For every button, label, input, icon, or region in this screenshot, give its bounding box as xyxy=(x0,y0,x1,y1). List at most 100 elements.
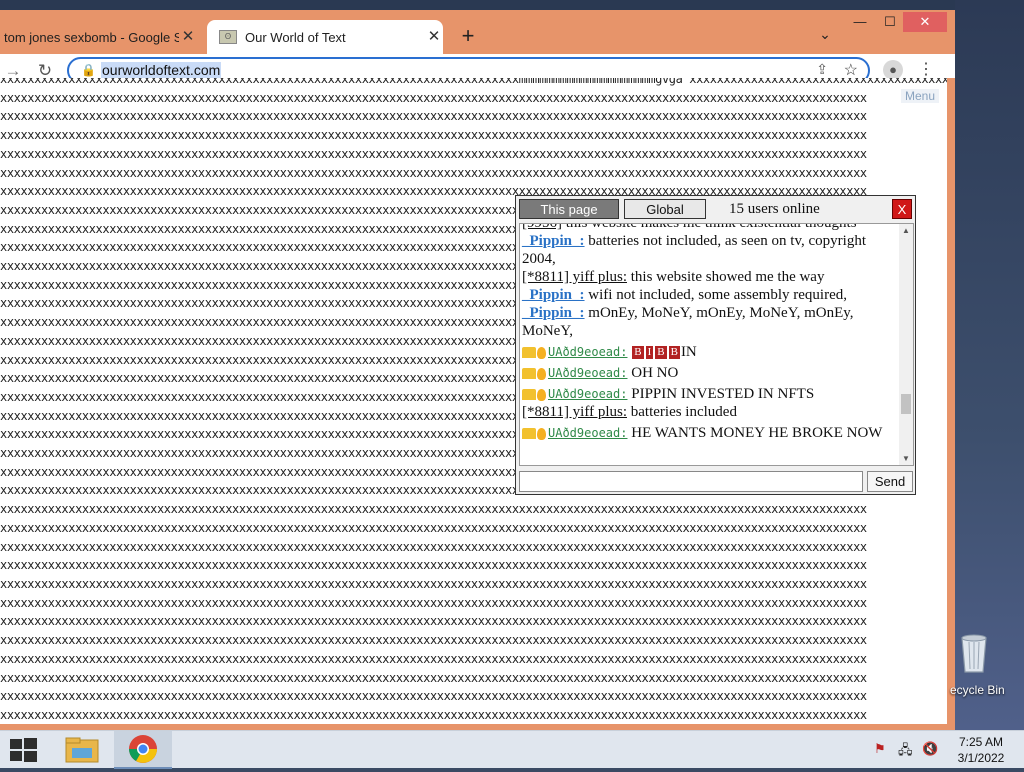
world-text-row[interactable]: xxxxxxxxxxxxxxxxxxxxxxxxxxxxxxxxxxxxxxxx… xyxy=(0,612,947,631)
chat-message-text: batteries included xyxy=(630,404,737,420)
emoji-badge: B xyxy=(668,346,680,360)
world-text-row[interactable]: xxxxxxxxxxxxxxxxxxxxxxxxxxxxxxxxxxxxxxxx… xyxy=(0,687,947,706)
chat-close-button[interactable]: X xyxy=(892,199,912,219)
action-center-flag-icon[interactable]: ⚑ xyxy=(874,741,886,757)
page-menu-button[interactable]: Menu xyxy=(901,89,940,103)
chat-message-text: HE WANTS MONEY HE BROKE NOW xyxy=(631,425,883,441)
send-button[interactable]: Send xyxy=(867,471,913,492)
scrollbar-thumb[interactable] xyxy=(901,394,911,414)
world-text-row[interactable]: xxxxxxxxxxxxxxxxxxxxxxxxxxxxxxxxxxxxxxxx… xyxy=(0,164,947,183)
chat-message-text: this website makes me think existential … xyxy=(565,223,857,231)
chat-nickname[interactable]: UAðd9eoead: xyxy=(548,426,627,440)
chat-message: _Pippin_: wifi not included, some assemb… xyxy=(522,286,900,304)
taskbar: ⚑ 🖧 🔇 7:25 AM 3/1/2022 xyxy=(0,730,1024,769)
share-icon[interactable]: ⇪ xyxy=(816,61,828,78)
chat-message: UAðd9eoead: B I B B IN xyxy=(522,343,900,361)
chat-message: UAðd9eoead: HE WANTS MONEY HE BROKE NOW xyxy=(522,424,900,442)
emoji-badge: B xyxy=(632,346,644,360)
desktop-background xyxy=(955,0,1024,730)
crown-icon xyxy=(522,347,536,359)
world-text-row[interactable]: xxxxxxxxxxxxxxxxxxxxxxxxxxxxxxxxxxxxxxxx… xyxy=(0,650,947,669)
world-text-row[interactable]: xxxxxxxxxxxxxxxxxxxxxxxxxxxxxxxxxxxxxxxx… xyxy=(0,107,947,126)
chat-message: _Pippin_: mOnEy, MoNeY, mOnEy, MoNeY, mO… xyxy=(522,304,900,340)
flame-icon xyxy=(537,388,546,401)
tab-global[interactable]: Global xyxy=(624,199,706,219)
world-text-row[interactable]: xxxxxxxxxxxxxxxxxxxxxxxxxxxxxxxxxxxxxxxx… xyxy=(0,500,947,519)
url-text[interactable]: ourworldoftext.com xyxy=(101,62,222,78)
crown-icon xyxy=(522,389,536,401)
crown-icon xyxy=(522,428,536,440)
close-icon[interactable]: ✕ xyxy=(425,28,443,46)
chat-nickname[interactable]: UAðd9eoead: xyxy=(548,366,627,380)
chat-nickname[interactable]: [*8811] yiff plus: xyxy=(522,404,627,420)
flame-icon xyxy=(537,427,546,440)
world-text-row-top[interactable]: xxxxxxxxxxxxxxxxxxxxxxxxxxxxxxxxxxxxxxxx… xyxy=(0,78,947,89)
window-close-button[interactable]: ✕ xyxy=(903,12,947,32)
tab-google-search[interactable]: tom jones sexbomb - Google Se ✕ xyxy=(0,20,205,54)
chrome-icon xyxy=(129,735,157,763)
tab-search-chevron-down-icon[interactable]: ⌄ xyxy=(815,26,835,46)
world-text-row[interactable]: xxxxxxxxxxxxxxxxxxxxxxxxxxxxxxxxxxxxxxxx… xyxy=(0,538,947,557)
chat-nickname[interactable]: _Pippin_: xyxy=(522,287,585,303)
emoji-badge: I xyxy=(645,346,654,360)
tab-bar: tom jones sexbomb - Google Se ✕ ʘ Our Wo… xyxy=(0,10,955,54)
clock-time: 7:25 AM xyxy=(958,735,1004,749)
chat-message: _Pippin_: batteries not included, as see… xyxy=(522,232,900,268)
chat-message-text: PIPPIN INVESTED IN NFTS xyxy=(631,386,815,402)
new-tab-button[interactable]: + xyxy=(456,24,480,48)
world-text-row[interactable]: xxxxxxxxxxxxxxxxxxxxxxxxxxxxxxxxxxxxxxxx… xyxy=(0,126,947,145)
windows-start-icon[interactable] xyxy=(8,737,38,763)
chat-nickname[interactable]: [9956] xyxy=(522,224,562,231)
chat-message-text: IN xyxy=(680,344,697,360)
file-explorer-icon[interactable] xyxy=(62,734,102,766)
volume-muted-icon[interactable]: 🔇 xyxy=(922,741,938,757)
close-icon[interactable]: ✕ xyxy=(179,28,197,46)
chat-message: UAðd9eoead: PIPPIN INVESTED IN NFTS xyxy=(522,385,900,403)
lock-icon: 🔒 xyxy=(81,63,96,77)
world-text-row[interactable]: xxxxxxxxxxxxxxxxxxxxxxxxxxxxxxxxxxxxxxxx… xyxy=(0,145,947,164)
chat-nickname[interactable]: UAðd9eoead: xyxy=(548,387,627,401)
world-text-row[interactable]: xxxxxxxxxxxxxxxxxxxxxxxxxxxxxxxxxxxxxxxx… xyxy=(0,556,947,575)
chat-message-input[interactable] xyxy=(519,471,863,492)
site-favicon-icon: ʘ xyxy=(219,30,237,44)
system-clock[interactable]: 7:25 AM 3/1/2022 xyxy=(951,734,1011,766)
flame-icon xyxy=(537,367,546,380)
chat-message: [*8811] yiff plus: this website showed m… xyxy=(522,268,900,286)
flame-icon xyxy=(537,346,546,359)
network-icon[interactable]: 🖧 xyxy=(898,741,913,763)
world-text-row[interactable]: xxxxxxxxxxxxxxxxxxxxxxxxxxxxxxxxxxxxxxxx… xyxy=(0,631,947,650)
recycle-bin-icon[interactable] xyxy=(958,632,990,674)
tab-this-page[interactable]: This page xyxy=(519,199,619,219)
world-text-row[interactable]: xxxxxxxxxxxxxxxxxxxxxxxxxxxxxxxxxxxxxxxx… xyxy=(0,575,947,594)
tab-our-world-of-text[interactable]: ʘ Our World of Text ✕ xyxy=(207,20,443,54)
chat-message-text: wifi not included, some assembly require… xyxy=(588,287,847,303)
chat-messages: [9956] this website makes me think exist… xyxy=(520,223,900,442)
bookmark-star-icon[interactable]: ☆ xyxy=(844,60,858,80)
tab-title: Our World of Text xyxy=(245,29,346,45)
chat-message-text: OH NO xyxy=(631,365,679,381)
chat-scrollbar[interactable]: ▲ ▼ xyxy=(899,224,913,465)
world-text-row[interactable]: xxxxxxxxxxxxxxxxxxxxxxxxxxxxxxxxxxxxxxxx… xyxy=(0,594,947,613)
chat-message: UAðd9eoead: OH NO xyxy=(522,364,900,382)
chat-nickname[interactable]: _Pippin_: xyxy=(522,233,585,249)
recycle-bin-label: ecycle Bin xyxy=(950,683,1005,697)
more-menu-icon[interactable]: ⋮ xyxy=(918,59,934,79)
chrome-taskbar-button[interactable] xyxy=(114,731,172,769)
window-border xyxy=(947,78,955,724)
world-text-row[interactable]: xxxxxxxxxxxxxxxxxxxxxxxxxxxxxxxxxxxxxxxx… xyxy=(0,89,947,108)
chat-nickname[interactable]: _Pippin_: xyxy=(522,305,585,321)
profile-avatar-icon[interactable]: ● xyxy=(883,60,903,80)
scroll-up-arrow-icon[interactable]: ▲ xyxy=(902,226,910,235)
emoji-badge: B xyxy=(655,346,667,360)
chat-nickname[interactable]: UAðd9eoead: xyxy=(548,345,627,359)
scroll-down-arrow-icon[interactable]: ▼ xyxy=(902,454,910,463)
users-online-count: 15 users online xyxy=(729,201,820,217)
clock-date: 3/1/2022 xyxy=(957,751,1005,765)
world-text-row[interactable]: xxxxxxxxxxxxxxxxxxxxxxxxxxxxxxxxxxxxxxxx… xyxy=(0,706,947,724)
world-text-row[interactable]: xxxxxxxxxxxxxxxxxxxxxxxxxxxxxxxxxxxxxxxx… xyxy=(0,519,947,538)
chat-log[interactable]: [9956] this website makes me think exist… xyxy=(519,223,914,466)
chat-window: This page Global 15 users online X [9956… xyxy=(515,195,916,495)
world-text-row[interactable]: xxxxxxxxxxxxxxxxxxxxxxxxxxxxxxxxxxxxxxxx… xyxy=(0,669,947,688)
chat-nickname[interactable]: [*8811] yiff plus: xyxy=(522,269,627,285)
chat-message: [*8811] yiff plus: batteries included xyxy=(522,403,900,421)
